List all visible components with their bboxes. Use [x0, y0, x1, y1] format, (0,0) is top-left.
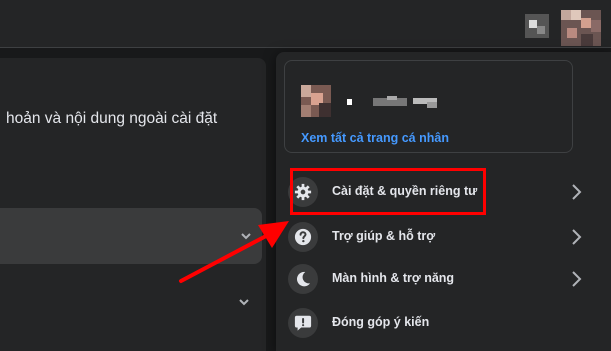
- menu-item-label: Trợ giúp & hỗ trợ: [332, 229, 436, 243]
- help-icon: [288, 222, 318, 252]
- chevron-down-icon: [241, 233, 251, 240]
- account-avatar[interactable]: [561, 10, 601, 46]
- profile-name-redacted: [347, 96, 437, 108]
- chevron-right-icon: [572, 229, 582, 245]
- settings-content-panel: hoản và nội dung ngoài cài đặt: [0, 58, 266, 351]
- annotation-highlight-box: [290, 168, 486, 215]
- menu-grid-icon[interactable]: [525, 14, 549, 38]
- chevron-down-icon[interactable]: [238, 296, 250, 308]
- chevron-right-icon: [572, 271, 582, 287]
- menu-item-give-feedback[interactable]: Đóng góp ý kiến: [284, 306, 589, 346]
- feedback-icon: [288, 308, 318, 338]
- profile-avatar: [301, 85, 331, 117]
- see-all-profiles-link[interactable]: Xem tất cả trang cá nhân: [301, 131, 449, 145]
- moon-icon: [288, 264, 318, 294]
- top-navigation-bar: [0, 0, 611, 48]
- menu-item-help-support[interactable]: Trợ giúp & hỗ trợ: [284, 220, 589, 260]
- profile-card[interactable]: Xem tất cả trang cá nhân: [284, 60, 573, 153]
- menu-item-display-accessibility[interactable]: Màn hình & trợ năng: [284, 262, 589, 302]
- menu-item-label: Màn hình & trợ năng: [332, 271, 455, 285]
- chevron-right-icon: [572, 184, 582, 200]
- expandable-section[interactable]: [0, 208, 262, 264]
- menu-item-label: Đóng góp ý kiến: [332, 315, 430, 329]
- panel-description: hoản và nội dung ngoài cài đặt: [6, 110, 218, 127]
